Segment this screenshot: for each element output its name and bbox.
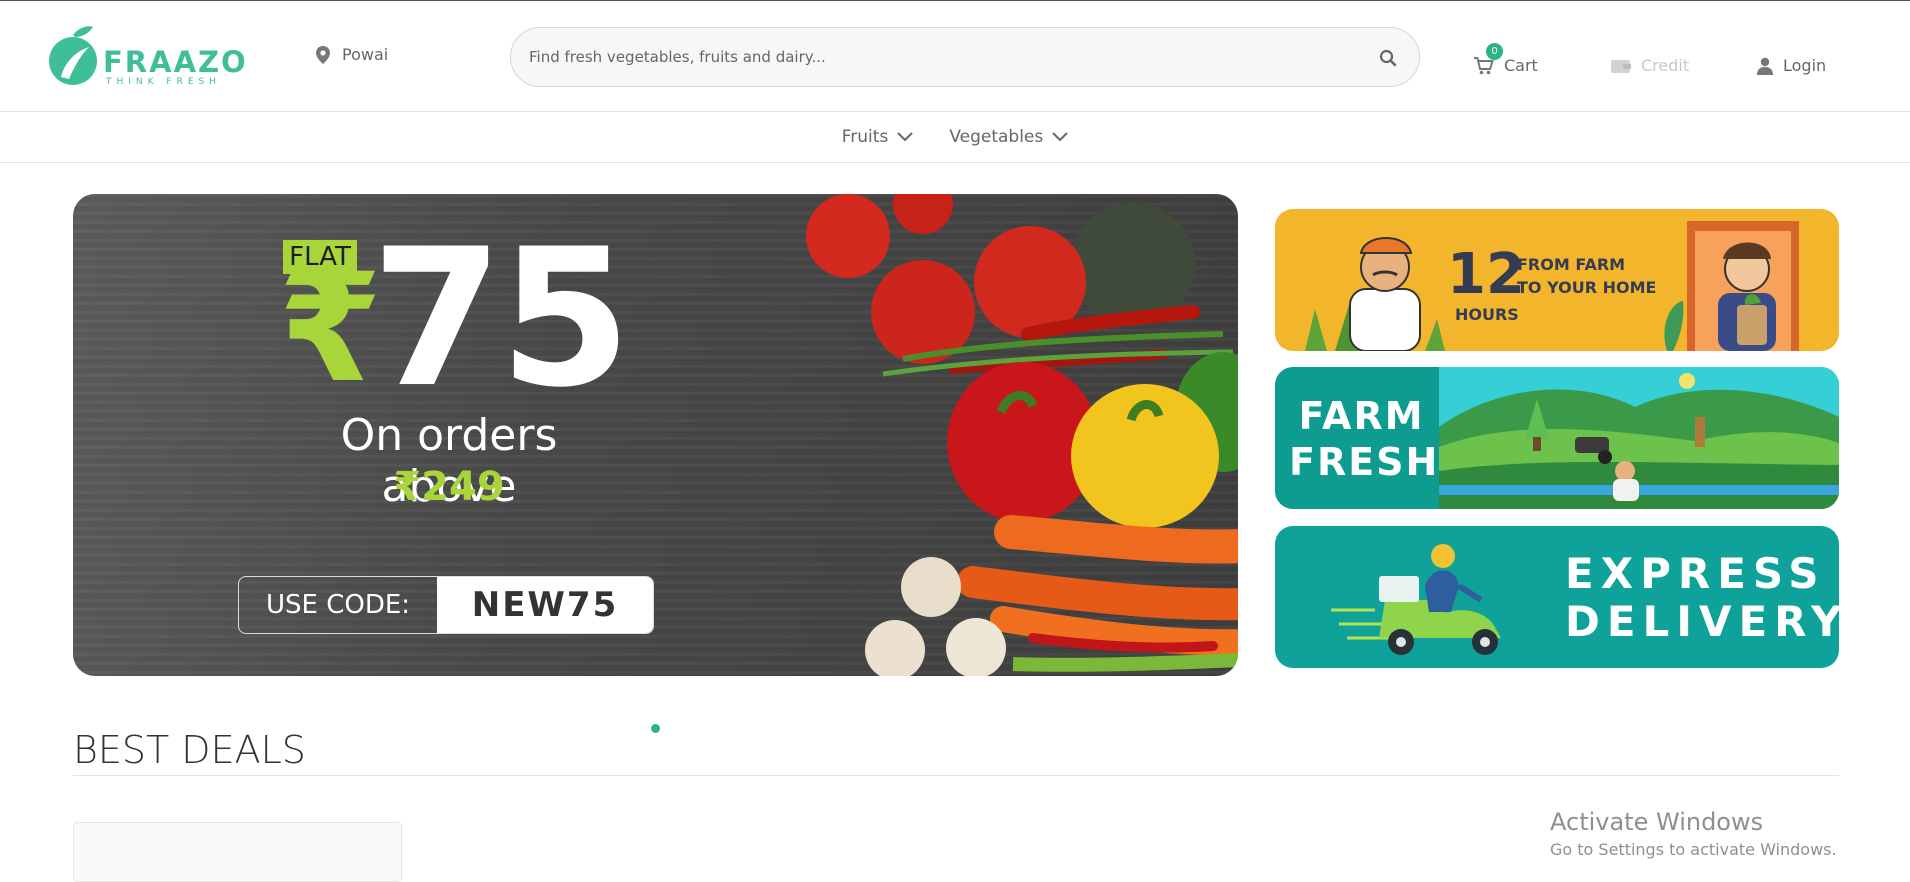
currency-symbol: ₹ — [278, 242, 383, 416]
cart-label: Cart — [1504, 56, 1538, 75]
credit-label: Credit — [1641, 56, 1690, 75]
hours-unit: HOURS — [1455, 305, 1519, 324]
credit-button[interactable]: Credit — [1611, 56, 1689, 75]
category-nav: Fruits Vegetables — [0, 112, 1910, 163]
farm-fresh-banner[interactable]: FARM FRESH — [1275, 367, 1839, 509]
search-icon[interactable] — [1379, 49, 1397, 67]
cart-count-badge: 0 — [1486, 43, 1503, 60]
minimum-order-amount: ₹249 — [393, 464, 505, 510]
leaf-logo-icon — [49, 26, 97, 85]
map-pin-icon — [316, 45, 330, 64]
express-line1: EXPRESS — [1565, 549, 1826, 598]
brand-logo[interactable]: FRAAZO THINK FRESH — [47, 25, 246, 89]
wallet-icon — [1611, 59, 1631, 73]
farm-fresh-line1: FARM — [1298, 394, 1425, 438]
farm-to-home-banner[interactable]: 12 HOURS FROM FARM TO YOUR HOME — [1275, 209, 1839, 351]
farm-to-home-line1: FROM FARM — [1517, 255, 1626, 274]
chevron-down-icon — [1052, 132, 1068, 142]
brand-tagline: THINK FRESH — [106, 77, 222, 87]
user-icon — [1757, 57, 1773, 75]
express-delivery-text: EXPRESS DELIVERY — [1565, 550, 1839, 646]
nav-vegetables-label: Vegetables — [949, 127, 1044, 147]
chevron-down-icon — [897, 132, 914, 142]
location-selector[interactable]: Powai — [316, 45, 388, 64]
express-delivery-banner[interactable]: EXPRESS DELIVERY — [1275, 526, 1839, 668]
watermark-subtitle: Go to Settings to activate Windows. — [1550, 840, 1837, 859]
windows-activation-watermark: Activate Windows Go to Settings to activ… — [1550, 808, 1837, 859]
hero-promo-banner[interactable]: FLAT ₹ 75 On orders above ₹249 USE CODE:… — [73, 194, 1238, 676]
section-title: BEST DEALS — [73, 728, 306, 772]
section-divider — [73, 775, 1839, 776]
login-button[interactable]: Login — [1757, 56, 1826, 75]
location-label: Powai — [342, 45, 389, 64]
promo-code-label: USE CODE: — [265, 590, 411, 620]
site-header: FRAAZO THINK FRESH Powai 0 Cart Credit — [0, 1, 1910, 112]
express-line2: DELIVERY — [1565, 597, 1839, 646]
search-input[interactable] — [529, 43, 1329, 71]
discount-amount: 75 — [371, 208, 631, 429]
farm-to-home-text: FROM FARM TO YOUR HOME — [1517, 253, 1656, 299]
nav-fruits-label: Fruits — [841, 127, 889, 147]
cart-button[interactable]: 0 Cart — [1474, 43, 1538, 75]
promo-code-box: USE CODE: NEW75 — [238, 576, 654, 634]
deal-card[interactable] — [73, 822, 402, 882]
search-bar — [510, 27, 1420, 87]
brand-name: FRAAZO — [103, 45, 248, 79]
farm-fresh-line2: FRESH — [1289, 440, 1440, 484]
farm-fresh-text: FARM FRESH — [1289, 393, 1440, 485]
hours-number: 12 — [1447, 242, 1525, 307]
nav-vegetables[interactable]: Vegetables — [949, 127, 1068, 147]
login-label: Login — [1783, 56, 1827, 75]
promo-code-value: NEW75 — [437, 577, 653, 633]
watermark-title: Activate Windows — [1550, 808, 1764, 836]
farm-to-home-line2: TO YOUR HOME — [1517, 278, 1657, 297]
carousel-dot-active[interactable] — [651, 724, 660, 733]
nav-fruits[interactable]: Fruits — [842, 127, 914, 147]
